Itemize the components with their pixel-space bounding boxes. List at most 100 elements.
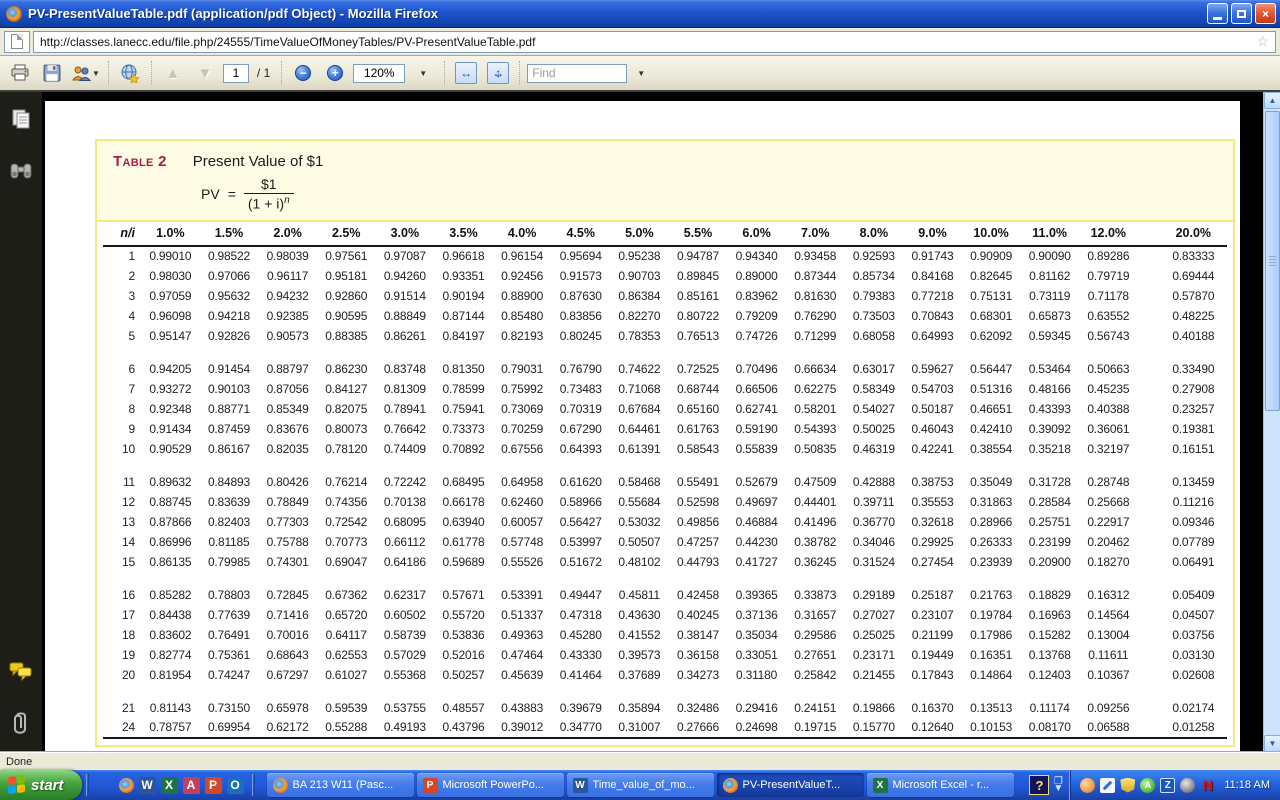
scrollbar-thumb[interactable] [1265, 111, 1280, 411]
value-cell: 0.10367 [1079, 665, 1138, 685]
status-text: Done [6, 756, 32, 768]
value-cell: 0.96117 [258, 266, 317, 286]
value-cell: 0.76290 [786, 306, 845, 326]
page-number-input[interactable] [223, 64, 249, 83]
minus-icon: − [295, 65, 311, 81]
url-field[interactable]: http://classes.lanecc.edu/file.php/24555… [33, 31, 1276, 53]
powerpoint-icon[interactable] [205, 777, 222, 794]
pv-formula: PV = $1 (1 + i)n [201, 176, 1217, 212]
value-cell: 0.53464 [1020, 359, 1079, 379]
fit-width-button[interactable]: ↔ [452, 59, 480, 87]
value-cell: 0.48166 [1020, 379, 1079, 399]
table-row: 200.819540.742470.672970.610270.553680.5… [103, 665, 1227, 685]
value-cell: 0.92826 [200, 326, 259, 346]
value-cell: 0.49363 [493, 625, 552, 645]
value-cell: 0.91454 [200, 359, 259, 379]
search-panel-button[interactable] [8, 158, 34, 184]
bookmark-star-icon[interactable]: ☆ [1256, 33, 1269, 50]
period-cell: 3 [103, 286, 141, 306]
table-label: Table 2 [113, 153, 167, 170]
value-cell: 0.95147 [141, 326, 200, 346]
vertical-scrollbar[interactable]: ▲ ▼ [1263, 92, 1280, 752]
value-cell: 0.53997 [551, 532, 610, 552]
save-button[interactable] [38, 59, 66, 87]
value-cell: 0.96618 [434, 246, 493, 266]
value-cell: 0.95694 [551, 246, 610, 266]
toolbar-chevron[interactable]: ❐▼ [1053, 778, 1063, 792]
minimize-button[interactable] [1207, 3, 1228, 24]
value-cell: 0.98522 [200, 246, 259, 266]
value-cell: 0.47509 [786, 472, 845, 492]
tray-z-icon[interactable] [1160, 778, 1175, 793]
value-cell: 0.86230 [317, 359, 376, 379]
value-cell: 0.80722 [669, 306, 728, 326]
task-button[interactable]: Microsoft PowerPo... [417, 773, 564, 797]
pages-panel-button[interactable] [8, 106, 34, 132]
value-cell: 0.49856 [669, 512, 728, 532]
tray-swirl-icon[interactable] [1180, 778, 1195, 793]
collaborate-button[interactable]: ▼ [70, 59, 101, 87]
task-button[interactable]: BA 213 W11 (Pasc... [267, 773, 414, 797]
outlook-icon[interactable] [227, 777, 244, 794]
value-cell: 0.50257 [434, 665, 493, 685]
zoom-dropdown-button[interactable]: ▼ [409, 59, 437, 87]
maximize-button[interactable] [1231, 3, 1252, 24]
excel-icon[interactable] [161, 777, 178, 794]
zoom-level-value: 120% [364, 66, 395, 80]
tray-shield-icon[interactable] [1120, 778, 1135, 793]
fit-page-button[interactable]: ↕↔ [484, 59, 512, 87]
print-button[interactable] [6, 59, 34, 87]
tray-n-icon[interactable] [1200, 778, 1215, 793]
tray-orange-icon[interactable] [1080, 778, 1095, 793]
value-cell: 0.19784 [962, 605, 1021, 625]
up-arrow-icon: ▲ [165, 65, 180, 82]
task-button[interactable]: Time_value_of_mo... [567, 773, 714, 797]
value-cell: 0.53391 [493, 585, 552, 605]
value-cell: 0.35218 [1020, 439, 1079, 459]
value-cell: 0.74726 [727, 326, 786, 346]
scroll-down-button[interactable]: ▼ [1264, 735, 1280, 752]
word-icon [573, 778, 588, 793]
value-cell: 0.23171 [845, 645, 904, 665]
value-cell: 0.36158 [669, 645, 728, 665]
zoom-out-button[interactable]: − [289, 59, 317, 87]
start-button[interactable]: start [0, 770, 82, 800]
task-button[interactable]: Microsoft Excel - r... [867, 773, 1014, 797]
scroll-up-button[interactable]: ▲ [1264, 92, 1280, 109]
value-cell: 0.67362 [317, 585, 376, 605]
url-text[interactable]: http://classes.lanecc.edu/file.php/24555… [40, 35, 1256, 49]
next-page-button[interactable]: ▼ [191, 59, 219, 87]
formula-fraction: $1 (1 + i)n [244, 176, 294, 212]
table-row: 20.980300.970660.961170.951810.942600.93… [103, 266, 1227, 286]
task-button[interactable]: PV-PresentValueT... [717, 773, 864, 797]
previous-page-button[interactable]: ▲ [159, 59, 187, 87]
value-cell: 0.92348 [141, 399, 200, 419]
value-cell: 0.70016 [258, 625, 317, 645]
tray-green-a-icon[interactable] [1140, 778, 1155, 793]
comments-panel-button[interactable] [8, 658, 34, 684]
close-button[interactable]: × [1255, 3, 1276, 24]
help-button[interactable]: ? [1029, 775, 1049, 795]
word-icon[interactable] [139, 777, 156, 794]
value-cell: 0.43883 [493, 698, 552, 718]
value-cell: 0.11174 [1020, 698, 1079, 718]
zoom-in-button[interactable]: + [321, 59, 349, 87]
value-cell: 0.88385 [317, 326, 376, 346]
find-input[interactable] [527, 64, 627, 83]
value-cell: 0.17843 [903, 665, 962, 685]
tray-wrench-icon[interactable] [1100, 778, 1115, 793]
value-cell: 0.65873 [1020, 306, 1079, 326]
firefox-icon[interactable] [119, 778, 134, 793]
value-cell: 0.75361 [200, 645, 259, 665]
value-cell: 0.50835 [786, 439, 845, 459]
attachments-panel-button[interactable] [8, 710, 34, 736]
access-icon[interactable] [183, 777, 200, 794]
find-dropdown-button[interactable]: ▼ [627, 59, 655, 87]
value-cell: 0.52016 [434, 645, 493, 665]
internet-explorer-icon[interactable] [97, 777, 114, 794]
value-cell: 0.79985 [200, 552, 259, 572]
zoom-level-box[interactable]: 120% [353, 64, 405, 83]
pdf-toolbar: ▼ ▲ ▼ / 1 − + 120% ▼ ↔ ↕↔ ▼ [0, 56, 1280, 92]
value-cell: 0.39573 [610, 645, 669, 665]
share-button[interactable] [116, 59, 144, 87]
